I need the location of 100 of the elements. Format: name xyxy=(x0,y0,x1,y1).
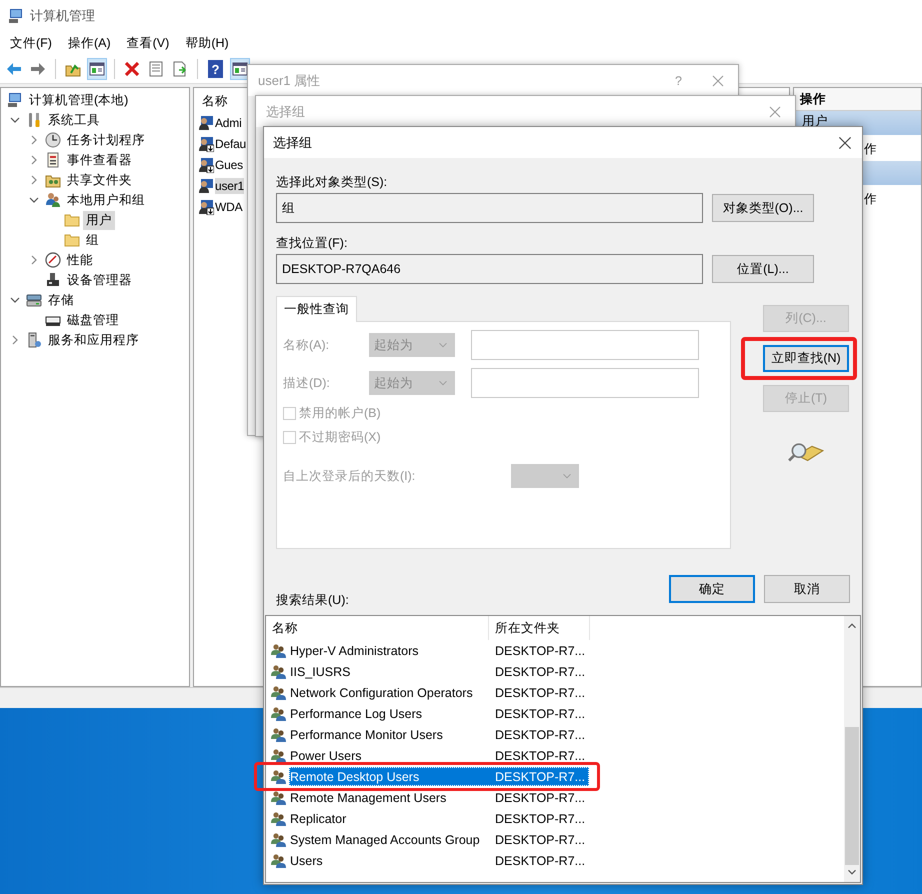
user-icon xyxy=(198,156,214,172)
tree-item[interactable]: 服务和应用程序 xyxy=(45,330,142,350)
list-item[interactable]: Admi xyxy=(215,114,242,130)
group-name: Remote Management Users xyxy=(289,790,448,804)
tree-item[interactable]: 任务计划程序 xyxy=(64,130,148,150)
result-row[interactable]: Remote Management Users DESKTOP-R7... xyxy=(289,788,589,807)
button[interactable]: 取消 xyxy=(764,575,850,603)
group-icon xyxy=(271,852,287,868)
group-name: IIS_IUSRS xyxy=(289,664,352,678)
help-button[interactable]: ? xyxy=(208,60,223,78)
tree-item[interactable]: 用户 xyxy=(83,210,115,230)
result-row[interactable]: System Managed Accounts Group DESKTOP-R7... xyxy=(289,830,589,849)
document-icon[interactable] xyxy=(148,61,164,77)
scrollbar[interactable] xyxy=(844,616,860,882)
server-icon xyxy=(26,332,42,348)
dropdown-value: 起始为 xyxy=(374,374,414,392)
field-label: 搜索结果(U): xyxy=(276,592,349,609)
folder-name: DESKTOP-R7... xyxy=(495,790,586,804)
result-row[interactable]: IIS_IUSRS DESKTOP-R7... xyxy=(289,662,589,681)
result-row[interactable]: Power Users DESKTOP-R7... xyxy=(289,746,589,765)
text-field[interactable]: 组 xyxy=(276,193,703,223)
group-icon xyxy=(271,642,287,658)
wrench-icon xyxy=(26,112,42,128)
tree-item[interactable]: 组 xyxy=(83,230,102,250)
button[interactable]: 立即查找(N) xyxy=(763,345,849,372)
folder-name: DESKTOP-R7... xyxy=(495,728,586,742)
result-row[interactable]: Performance Monitor Users DESKTOP-R7... xyxy=(289,725,589,744)
folder-name: DESKTOP-R7... xyxy=(495,644,586,658)
list-item[interactable]: WDA xyxy=(215,198,242,214)
tree-item[interactable]: 磁盘管理 xyxy=(64,310,122,330)
dialog-title: user1 属性 xyxy=(258,72,320,90)
list-item[interactable]: Defau xyxy=(215,136,246,152)
tree-item[interactable]: 计算机管理(本地) xyxy=(26,90,132,110)
list-item[interactable]: user1 xyxy=(215,178,244,194)
field-label: 描述(D): xyxy=(283,374,331,392)
pane-icon xyxy=(89,61,105,77)
column-header[interactable]: 所在文件夹 xyxy=(489,616,590,640)
dialog-title: 选择组 xyxy=(266,102,305,120)
folder-name: DESKTOP-R7... xyxy=(495,832,586,846)
group-name: Replicator xyxy=(289,812,348,826)
menu-item[interactable]: 查看(V) xyxy=(126,35,170,52)
folder-icon xyxy=(64,232,80,248)
group-icon xyxy=(271,664,287,680)
result-row[interactable]: Remote Desktop Users DESKTOP-R7... xyxy=(289,767,589,786)
device-icon xyxy=(45,272,61,288)
button[interactable]: 位置(L)... xyxy=(712,255,814,283)
group-icon xyxy=(271,706,287,722)
group-name: Power Users xyxy=(289,748,363,762)
checkbox-label: 不过期密码(X) xyxy=(299,428,381,446)
computer-icon xyxy=(8,8,24,24)
result-row[interactable]: Replicator DESKTOP-R7... xyxy=(289,809,589,828)
group-name: Hyper-V Administrators xyxy=(289,644,420,658)
button[interactable]: 确定 xyxy=(669,575,755,603)
group-name: Network Configuration Operators xyxy=(289,686,474,700)
tree-item[interactable]: 事件查看器 xyxy=(64,150,135,170)
group-name: System Managed Accounts Group xyxy=(289,832,481,846)
group-icon xyxy=(271,790,287,806)
group-name: Performance Log Users xyxy=(289,706,424,720)
menu-item[interactable]: 帮助(H) xyxy=(185,35,229,52)
export-icon[interactable] xyxy=(172,61,188,77)
result-row[interactable]: Users DESKTOP-R7... xyxy=(289,851,589,870)
toolbar-button[interactable] xyxy=(87,58,107,80)
delete-icon[interactable] xyxy=(124,61,140,77)
user-icon xyxy=(198,136,214,152)
clock-icon xyxy=(45,132,61,148)
field-label: 选择此对象类型(S): xyxy=(276,174,388,190)
back-arrow-icon[interactable] xyxy=(6,61,22,77)
folder-name: DESKTOP-R7... xyxy=(495,770,586,784)
result-row[interactable]: Hyper-V Administrators DESKTOP-R7... xyxy=(289,641,589,660)
result-row[interactable]: Network Configuration Operators DESKTOP-R7... xyxy=(289,683,589,702)
tree-item[interactable]: 存储 xyxy=(45,290,77,310)
tree-item[interactable]: 设备管理器 xyxy=(64,270,135,290)
scroll-thumb[interactable] xyxy=(845,727,859,865)
folder-name: DESKTOP-R7... xyxy=(495,664,586,678)
menu-item[interactable]: 文件(F) xyxy=(10,35,52,52)
list-item[interactable]: Gues xyxy=(215,156,243,172)
group-icon xyxy=(271,832,287,848)
text-field[interactable]: DESKTOP-R7QA646 xyxy=(276,254,703,284)
computer-icon xyxy=(7,92,23,108)
button[interactable]: 对象类型(O)... xyxy=(712,194,814,222)
group-icon xyxy=(271,810,287,826)
user-icon xyxy=(198,114,214,130)
tree-item[interactable]: 性能 xyxy=(64,250,96,270)
log-icon xyxy=(45,152,61,168)
input-field[interactable] xyxy=(471,330,699,360)
column-header[interactable]: 名称 xyxy=(266,616,489,640)
group-icon xyxy=(271,768,287,784)
tree-item[interactable]: 系统工具 xyxy=(45,110,103,130)
group-icon xyxy=(271,684,287,700)
tree-item[interactable]: 共享文件夹 xyxy=(64,170,135,190)
input-field[interactable] xyxy=(471,368,699,398)
folder-name: DESKTOP-R7... xyxy=(495,748,586,762)
tab[interactable]: 一般性查询 xyxy=(276,296,357,322)
folder-name: DESKTOP-R7... xyxy=(495,854,586,868)
result-row[interactable]: Performance Log Users DESKTOP-R7... xyxy=(289,704,589,723)
tree-item[interactable]: 本地用户和组 xyxy=(64,190,148,210)
group-name: Performance Monitor Users xyxy=(289,728,444,742)
user-icon xyxy=(198,198,214,214)
forward-arrow-icon[interactable] xyxy=(30,61,46,77)
menu-item[interactable]: 操作(A) xyxy=(68,35,111,52)
